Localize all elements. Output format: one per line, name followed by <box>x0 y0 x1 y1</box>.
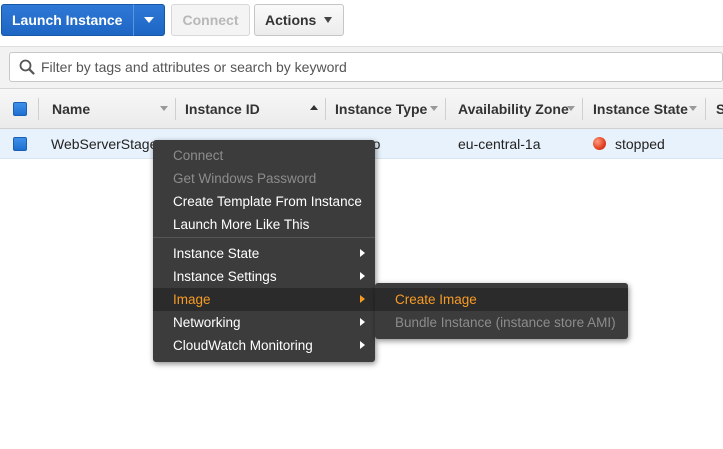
column-divider <box>445 98 446 120</box>
menu-divider <box>153 237 375 238</box>
menu-item-networking[interactable]: Networking <box>153 311 375 334</box>
menu-item-connect[interactable]: Connect <box>153 144 375 167</box>
menu-item-label: CloudWatch Monitoring <box>173 338 313 353</box>
search-icon <box>19 59 35 75</box>
column-header-status[interactable]: S <box>716 89 723 128</box>
menu-item-label: Create Image <box>395 292 477 307</box>
column-header-label: Instance Type <box>335 100 428 117</box>
menu-item-instance-settings[interactable]: Instance Settings <box>153 265 375 288</box>
column-header-availability-zone[interactable]: Availability Zone <box>458 89 569 128</box>
sort-ascending-icon[interactable] <box>310 105 318 110</box>
search-box[interactable] <box>9 52 723 82</box>
table-header: Name Instance ID Instance Type Availabil… <box>0 88 723 129</box>
menu-item-cloudwatch-monitoring[interactable]: CloudWatch Monitoring <box>153 334 375 357</box>
stopped-status-icon <box>593 137 606 150</box>
menu-item-label: Launch More Like This <box>173 217 310 232</box>
actions-button[interactable]: Actions <box>254 4 344 36</box>
sort-caret-icon[interactable] <box>689 106 697 111</box>
column-divider <box>582 98 583 120</box>
column-header-label: Instance ID <box>185 100 260 117</box>
sort-caret-icon[interactable] <box>567 106 575 111</box>
search-input[interactable] <box>41 53 711 81</box>
column-header-instance-id[interactable]: Instance ID <box>185 89 260 128</box>
menu-item-label: Instance State <box>173 246 260 261</box>
sort-caret-icon[interactable] <box>160 106 168 111</box>
menu-item-label: Bundle Instance (instance store AMI) <box>395 315 616 330</box>
instance-state: stopped <box>593 129 665 158</box>
menu-item-label: Networking <box>173 315 241 330</box>
chevron-right-icon <box>360 295 365 303</box>
menu-item-label: Create Template From Instance <box>173 194 362 209</box>
launch-instance-label: Launch Instance <box>12 12 123 28</box>
instance-state-label: stopped <box>615 135 665 152</box>
caret-down-icon <box>324 17 333 23</box>
column-header-label: Availability Zone <box>458 100 569 117</box>
column-header-label: Name <box>52 100 91 117</box>
image-submenu: Create Image Bundle Instance (instance s… <box>375 283 628 339</box>
menu-item-instance-state[interactable]: Instance State <box>153 242 375 265</box>
row-checkbox[interactable] <box>13 137 27 151</box>
menu-item-launch-more[interactable]: Launch More Like This <box>153 213 375 236</box>
actions-label: Actions <box>265 12 317 28</box>
column-divider <box>38 98 39 120</box>
column-divider <box>175 98 176 120</box>
column-header-instance-type[interactable]: Instance Type <box>335 89 427 128</box>
column-header-label: Instance State <box>593 100 688 117</box>
launch-instance-button[interactable]: Launch Instance <box>1 4 133 36</box>
menu-item-bundle-instance[interactable]: Bundle Instance (instance store AMI) <box>375 311 628 334</box>
column-divider <box>325 98 326 120</box>
actions-context-menu: Connect Get Windows Password Create Temp… <box>153 140 375 362</box>
chevron-right-icon <box>360 249 365 257</box>
caret-down-icon <box>144 17 154 23</box>
launch-instance-dropdown-button[interactable] <box>133 4 165 36</box>
column-divider <box>705 98 706 120</box>
menu-item-label: Instance Settings <box>173 269 277 284</box>
sort-caret-icon[interactable] <box>430 106 438 111</box>
menu-item-label: Image <box>173 292 211 307</box>
select-all-checkbox[interactable] <box>13 102 27 116</box>
column-header-instance-state[interactable]: Instance State <box>593 89 688 128</box>
availability-zone: eu-central-1a <box>458 135 541 152</box>
menu-item-label: Connect <box>173 148 224 163</box>
chevron-right-icon <box>360 318 365 326</box>
instance-name: WebServerStage <box>51 135 158 152</box>
connect-label: Connect <box>182 12 239 28</box>
chevron-right-icon <box>360 272 365 280</box>
menu-item-get-windows-password[interactable]: Get Windows Password <box>153 167 375 190</box>
chevron-right-icon <box>360 341 365 349</box>
menu-item-create-image[interactable]: Create Image <box>375 288 628 311</box>
column-header-label: S <box>716 100 723 117</box>
connect-button[interactable]: Connect <box>171 4 250 36</box>
menu-item-label: Get Windows Password <box>173 171 317 186</box>
menu-item-image[interactable]: Image <box>153 288 375 311</box>
column-header-name[interactable]: Name <box>52 89 90 128</box>
menu-item-create-template[interactable]: Create Template From Instance <box>153 190 375 213</box>
